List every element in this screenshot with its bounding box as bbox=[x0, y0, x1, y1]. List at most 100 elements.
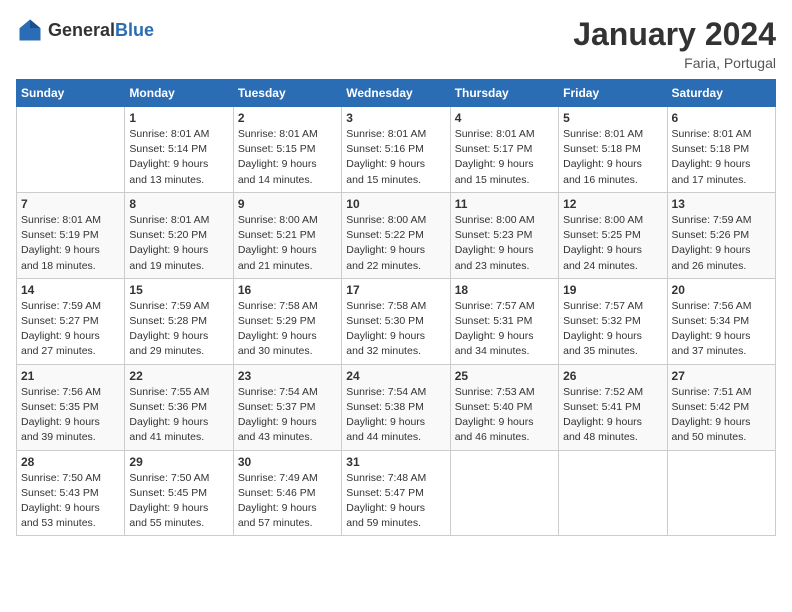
day-info: Sunrise: 7:57 AMSunset: 5:31 PMDaylight:… bbox=[455, 299, 554, 360]
calendar-cell: 14 Sunrise: 7:59 AMSunset: 5:27 PMDayligh… bbox=[17, 278, 125, 364]
day-number: 29 bbox=[129, 455, 228, 469]
day-info: Sunrise: 7:55 AMSunset: 5:36 PMDaylight:… bbox=[129, 385, 228, 446]
day-number: 5 bbox=[563, 111, 662, 125]
calendar-cell: 3 Sunrise: 8:01 AMSunset: 5:16 PMDaylight… bbox=[342, 107, 450, 193]
calendar-cell: 16 Sunrise: 7:58 AMSunset: 5:29 PMDayligh… bbox=[233, 278, 341, 364]
day-number: 13 bbox=[672, 197, 771, 211]
calendar-cell: 6Sunrise: 8:01 AMSunset: 5:18 PMDaylight… bbox=[667, 107, 775, 193]
calendar-cell: 9 Sunrise: 8:00 AMSunset: 5:21 PMDaylight… bbox=[233, 192, 341, 278]
calendar-cell: 2 Sunrise: 8:01 AMSunset: 5:15 PMDaylight… bbox=[233, 107, 341, 193]
day-number: 25 bbox=[455, 369, 554, 383]
day-header-monday: Monday bbox=[125, 80, 233, 107]
day-info: Sunrise: 7:54 AMSunset: 5:37 PMDaylight:… bbox=[238, 385, 337, 446]
day-info: Sunrise: 8:00 AMSunset: 5:22 PMDaylight:… bbox=[346, 213, 445, 274]
day-number: 7 bbox=[21, 197, 120, 211]
day-info: Sunrise: 8:01 AMSunset: 5:16 PMDaylight:… bbox=[346, 127, 445, 188]
day-number: 10 bbox=[346, 197, 445, 211]
logo-general-text: General bbox=[48, 20, 115, 40]
calendar-cell: 10 Sunrise: 8:00 AMSunset: 5:22 PMDayligh… bbox=[342, 192, 450, 278]
day-number: 23 bbox=[238, 369, 337, 383]
day-number: 8 bbox=[129, 197, 228, 211]
day-number: 26 bbox=[563, 369, 662, 383]
page-header: GeneralBlue January 2024 Faria, Portugal bbox=[16, 16, 776, 71]
day-info: Sunrise: 8:01 AMSunset: 5:17 PMDaylight:… bbox=[455, 127, 554, 188]
calendar-week-3: 14 Sunrise: 7:59 AMSunset: 5:27 PMDayligh… bbox=[17, 278, 776, 364]
day-info: Sunrise: 7:56 AMSunset: 5:34 PMDaylight:… bbox=[672, 299, 771, 360]
logo-icon bbox=[16, 16, 44, 44]
day-info: Sunrise: 8:00 AMSunset: 5:23 PMDaylight:… bbox=[455, 213, 554, 274]
calendar-cell: 5 Sunrise: 8:01 AMSunset: 5:18 PMDaylight… bbox=[559, 107, 667, 193]
day-number: 14 bbox=[21, 283, 120, 297]
location-text: Faria, Portugal bbox=[573, 55, 776, 71]
calendar-week-5: 28Sunrise: 7:50 AMSunset: 5:43 PMDayligh… bbox=[17, 450, 776, 536]
day-number: 16 bbox=[238, 283, 337, 297]
day-number: 19 bbox=[563, 283, 662, 297]
day-info: Sunrise: 7:59 AMSunset: 5:27 PMDaylight:… bbox=[21, 299, 120, 360]
calendar-week-2: 7 Sunrise: 8:01 AMSunset: 5:19 PMDaylight… bbox=[17, 192, 776, 278]
calendar-cell bbox=[559, 450, 667, 536]
calendar-cell: 22Sunrise: 7:55 AMSunset: 5:36 PMDayligh… bbox=[125, 364, 233, 450]
calendar-cell: 26 Sunrise: 7:52 AMSunset: 5:41 PMDayligh… bbox=[559, 364, 667, 450]
day-number: 3 bbox=[346, 111, 445, 125]
day-info: Sunrise: 7:48 AMSunset: 5:47 PMDaylight:… bbox=[346, 471, 445, 532]
calendar-cell: 12 Sunrise: 8:00 AMSunset: 5:25 PMDayligh… bbox=[559, 192, 667, 278]
title-area: January 2024 Faria, Portugal bbox=[573, 16, 776, 71]
day-number: 31 bbox=[346, 455, 445, 469]
calendar-cell bbox=[667, 450, 775, 536]
calendar-cell: 13 Sunrise: 7:59 AMSunset: 5:26 PMDayligh… bbox=[667, 192, 775, 278]
day-info: Sunrise: 8:00 AMSunset: 5:25 PMDaylight:… bbox=[563, 213, 662, 274]
day-header-saturday: Saturday bbox=[667, 80, 775, 107]
day-info: Sunrise: 7:59 AMSunset: 5:26 PMDaylight:… bbox=[672, 213, 771, 274]
calendar-week-1: 1 Sunrise: 8:01 AMSunset: 5:14 PMDaylight… bbox=[17, 107, 776, 193]
day-info: Sunrise: 7:50 AMSunset: 5:45 PMDaylight:… bbox=[129, 471, 228, 532]
day-number: 2 bbox=[238, 111, 337, 125]
day-number: 12 bbox=[563, 197, 662, 211]
day-info: Sunrise: 8:01 AMSunset: 5:18 PMDaylight:… bbox=[563, 127, 662, 188]
day-header-wednesday: Wednesday bbox=[342, 80, 450, 107]
day-info: Sunrise: 7:57 AMSunset: 5:32 PMDaylight:… bbox=[563, 299, 662, 360]
calendar-cell: 21 Sunrise: 7:56 AMSunset: 5:35 PMDayligh… bbox=[17, 364, 125, 450]
day-info: Sunrise: 8:01 AMSunset: 5:14 PMDaylight:… bbox=[129, 127, 228, 188]
calendar-cell: 1 Sunrise: 8:01 AMSunset: 5:14 PMDaylight… bbox=[125, 107, 233, 193]
calendar-cell: 4 Sunrise: 8:01 AMSunset: 5:17 PMDaylight… bbox=[450, 107, 558, 193]
calendar-cell: 20 Sunrise: 7:56 AMSunset: 5:34 PMDayligh… bbox=[667, 278, 775, 364]
day-number: 1 bbox=[129, 111, 228, 125]
day-number: 21 bbox=[21, 369, 120, 383]
calendar-cell: 19 Sunrise: 7:57 AMSunset: 5:32 PMDayligh… bbox=[559, 278, 667, 364]
calendar-cell: 7 Sunrise: 8:01 AMSunset: 5:19 PMDaylight… bbox=[17, 192, 125, 278]
day-info: Sunrise: 7:51 AMSunset: 5:42 PMDaylight:… bbox=[672, 385, 771, 446]
calendar-cell: 8 Sunrise: 8:01 AMSunset: 5:20 PMDaylight… bbox=[125, 192, 233, 278]
calendar-cell: 28Sunrise: 7:50 AMSunset: 5:43 PMDayligh… bbox=[17, 450, 125, 536]
day-header-friday: Friday bbox=[559, 80, 667, 107]
day-info: Sunrise: 7:49 AMSunset: 5:46 PMDaylight:… bbox=[238, 471, 337, 532]
day-info: Sunrise: 7:58 AMSunset: 5:30 PMDaylight:… bbox=[346, 299, 445, 360]
day-header-thursday: Thursday bbox=[450, 80, 558, 107]
day-info: Sunrise: 7:52 AMSunset: 5:41 PMDaylight:… bbox=[563, 385, 662, 446]
day-info: Sunrise: 8:01 AMSunset: 5:15 PMDaylight:… bbox=[238, 127, 337, 188]
day-number: 4 bbox=[455, 111, 554, 125]
calendar-cell: 25Sunrise: 7:53 AMSunset: 5:40 PMDayligh… bbox=[450, 364, 558, 450]
day-info: Sunrise: 8:01 AMSunset: 5:19 PMDaylight:… bbox=[21, 213, 120, 274]
day-info: Sunrise: 8:01 AMSunset: 5:20 PMDaylight:… bbox=[129, 213, 228, 274]
day-number: 15 bbox=[129, 283, 228, 297]
calendar-cell: 30 Sunrise: 7:49 AMSunset: 5:46 PMDayligh… bbox=[233, 450, 341, 536]
day-number: 11 bbox=[455, 197, 554, 211]
day-info: Sunrise: 7:56 AMSunset: 5:35 PMDaylight:… bbox=[21, 385, 120, 446]
day-info: Sunrise: 7:54 AMSunset: 5:38 PMDaylight:… bbox=[346, 385, 445, 446]
calendar-cell: 29 Sunrise: 7:50 AMSunset: 5:45 PMDayligh… bbox=[125, 450, 233, 536]
calendar-week-4: 21 Sunrise: 7:56 AMSunset: 5:35 PMDayligh… bbox=[17, 364, 776, 450]
calendar-cell: 11 Sunrise: 8:00 AMSunset: 5:23 PMDayligh… bbox=[450, 192, 558, 278]
day-info: Sunrise: 8:00 AMSunset: 5:21 PMDaylight:… bbox=[238, 213, 337, 274]
day-number: 28 bbox=[21, 455, 120, 469]
calendar-cell: 24 Sunrise: 7:54 AMSunset: 5:38 PMDayligh… bbox=[342, 364, 450, 450]
day-number: 27 bbox=[672, 369, 771, 383]
calendar-cell bbox=[17, 107, 125, 193]
calendar-cell: 17Sunrise: 7:58 AMSunset: 5:30 PMDayligh… bbox=[342, 278, 450, 364]
day-number: 20 bbox=[672, 283, 771, 297]
day-number: 9 bbox=[238, 197, 337, 211]
calendar-cell: 31 Sunrise: 7:48 AMSunset: 5:47 PMDayligh… bbox=[342, 450, 450, 536]
day-info: Sunrise: 8:01 AMSunset: 5:18 PMDaylight:… bbox=[672, 127, 771, 188]
day-number: 24 bbox=[346, 369, 445, 383]
day-info: Sunrise: 7:58 AMSunset: 5:29 PMDaylight:… bbox=[238, 299, 337, 360]
day-number: 30 bbox=[238, 455, 337, 469]
